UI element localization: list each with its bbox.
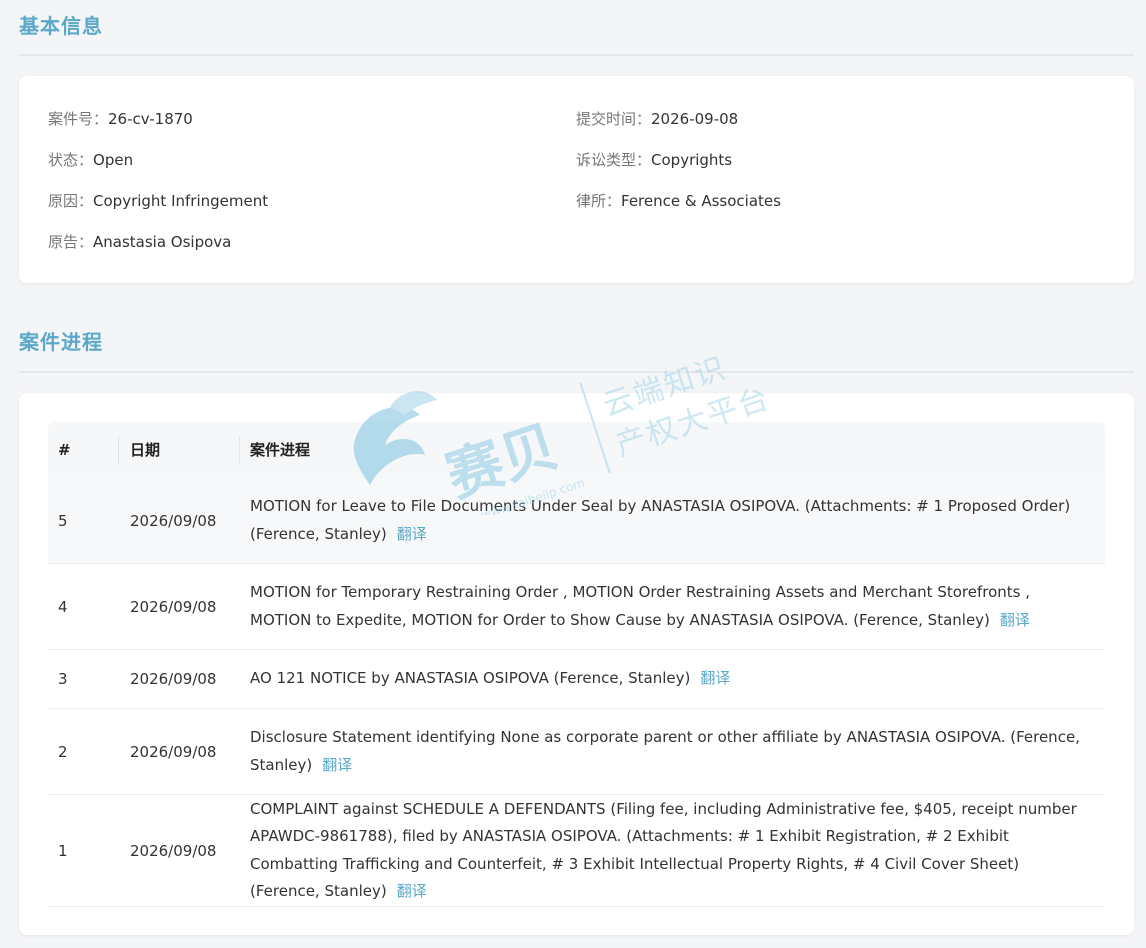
case-number-value: 26-cv-1870 bbox=[108, 110, 193, 128]
case-progress-title: 案件进程 bbox=[19, 330, 103, 354]
row-number: 3 bbox=[58, 670, 68, 688]
case-number-label: 案件号： bbox=[48, 110, 109, 128]
table-row: 1 2026/09/08 COMPLAINT against SCHEDULE … bbox=[48, 795, 1105, 907]
table-row: 3 2026/09/08 AO 121 NOTICE by ANASTASIA … bbox=[48, 650, 1105, 709]
row-date: 2026/09/08 bbox=[130, 511, 217, 530]
row-progress-cell: MOTION for Leave to File Documents Under… bbox=[250, 478, 1105, 563]
litigation-type-value: Copyrights bbox=[651, 151, 733, 169]
translate-link[interactable]: 翻译 bbox=[397, 882, 427, 900]
case-progress-card: # 日期 案件进程 5 2026/09/08 MOTION for Leave … bbox=[19, 393, 1134, 935]
cause-value: Copyright Infringement bbox=[93, 192, 269, 210]
submit-time-label: 提交时间： bbox=[576, 110, 652, 128]
row-number: 2 bbox=[58, 742, 68, 761]
translate-link[interactable]: 翻译 bbox=[322, 756, 352, 774]
law-firm: 律所：Ference & Associates bbox=[576, 190, 781, 211]
plaintiff-value: Anastasia Osipova bbox=[93, 233, 232, 251]
header-date: 日期 bbox=[130, 441, 161, 459]
row-progress-cell: AO 121 NOTICE by ANASTASIA OSIPOVA (Fere… bbox=[250, 650, 1105, 708]
progress-table: # 日期 案件进程 5 2026/09/08 MOTION for Leave … bbox=[48, 422, 1105, 907]
translate-link[interactable]: 翻译 bbox=[700, 669, 730, 687]
litigation-type-label: 诉讼类型： bbox=[576, 151, 652, 169]
row-number: 5 bbox=[58, 511, 68, 530]
plaintiff-label: 原告： bbox=[48, 233, 94, 251]
row-progress-cell: COMPLAINT against SCHEDULE A DEFENDANTS … bbox=[250, 795, 1105, 906]
header-separator bbox=[239, 436, 240, 464]
row-progress-cell: MOTION for Temporary Restraining Order ,… bbox=[250, 564, 1105, 649]
row-date: 2026/09/08 bbox=[130, 841, 217, 860]
case-number: 案件号：26-cv-1870 bbox=[48, 108, 193, 129]
plaintiff: 原告：Anastasia Osipova bbox=[48, 231, 231, 252]
row-date: 2026/09/08 bbox=[130, 597, 217, 616]
translate-link[interactable]: 翻译 bbox=[1000, 611, 1030, 629]
cause-label: 原因： bbox=[48, 192, 94, 210]
litigation-type: 诉讼类型：Copyrights bbox=[576, 149, 732, 170]
row-progress-cell: Disclosure Statement identifying None as… bbox=[250, 709, 1105, 794]
table-row: 5 2026/09/08 MOTION for Leave to File Do… bbox=[48, 478, 1105, 564]
basic-info-card: 案件号：26-cv-1870 提交时间：2026-09-08 状态：Open 诉… bbox=[19, 76, 1134, 283]
submit-time: 提交时间：2026-09-08 bbox=[576, 108, 738, 129]
basic-info-divider bbox=[19, 54, 1134, 56]
header-progress: 案件进程 bbox=[250, 441, 311, 459]
basic-info-title: 基本信息 bbox=[19, 14, 103, 38]
case-progress-divider bbox=[19, 371, 1134, 373]
row-number: 1 bbox=[58, 841, 68, 860]
row-date: 2026/09/08 bbox=[130, 670, 217, 688]
row-progress-text: MOTION for Temporary Restraining Order ,… bbox=[250, 583, 1031, 629]
row-date: 2026/09/08 bbox=[130, 742, 217, 761]
table-row: 4 2026/09/08 MOTION for Temporary Restra… bbox=[48, 564, 1105, 650]
translate-link[interactable]: 翻译 bbox=[397, 525, 427, 543]
row-progress-text: MOTION for Leave to File Documents Under… bbox=[250, 497, 1071, 543]
cause: 原因：Copyright Infringement bbox=[48, 190, 268, 211]
row-progress-text: Disclosure Statement identifying None as… bbox=[250, 728, 1080, 774]
status-label: 状态： bbox=[48, 151, 94, 169]
header-separator bbox=[118, 436, 119, 464]
header-num: # bbox=[58, 441, 71, 459]
row-progress-text: AO 121 NOTICE by ANASTASIA OSIPOVA (Fere… bbox=[250, 669, 691, 688]
status-value: Open bbox=[93, 151, 134, 169]
row-progress-text: COMPLAINT against SCHEDULE A DEFENDANTS … bbox=[250, 799, 1077, 901]
law-firm-value: Ference & Associates bbox=[621, 192, 781, 210]
submit-time-value: 2026-09-08 bbox=[651, 110, 739, 128]
status: 状态：Open bbox=[48, 149, 133, 170]
row-number: 4 bbox=[58, 597, 68, 616]
table-row: 2 2026/09/08 Disclosure Statement identi… bbox=[48, 709, 1105, 795]
table-header: # 日期 案件进程 bbox=[48, 422, 1105, 478]
law-firm-label: 律所： bbox=[576, 192, 622, 210]
